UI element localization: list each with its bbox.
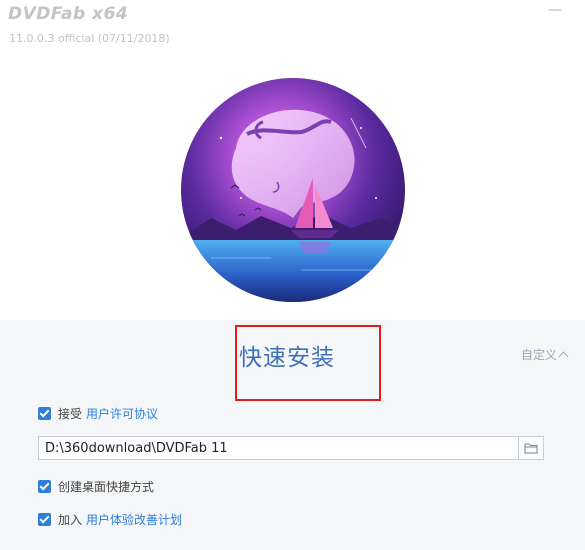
dvdfab-logo-image xyxy=(181,78,405,302)
ux-program-option: 加入 用户体验改善计划 xyxy=(38,511,182,528)
license-agreement-checkbox[interactable] xyxy=(38,407,51,420)
minimize-button[interactable]: — xyxy=(547,2,563,18)
chevron-up-icon xyxy=(558,351,569,362)
ux-program-prefix: 加入 xyxy=(58,513,83,527)
app-title: DVDFab x64 xyxy=(8,4,129,24)
minimize-icon: — xyxy=(548,2,562,18)
install-path-field[interactable]: D:\360download\DVDFab 11 xyxy=(38,436,544,460)
ux-program-checkbox[interactable] xyxy=(38,513,51,526)
quick-install-button[interactable]: 快速安装 xyxy=(239,338,335,372)
license-agreement-link[interactable]: 用户许可协议 xyxy=(86,405,158,422)
folder-icon xyxy=(524,443,538,454)
install-path-input[interactable]: D:\360download\DVDFab 11 xyxy=(39,441,518,456)
license-agree-prefix: 接受 xyxy=(58,407,83,421)
hero-illustration xyxy=(181,78,405,302)
desktop-shortcut-option: 创建桌面快捷方式 xyxy=(38,478,154,495)
custom-install-toggle[interactable]: 自定义 xyxy=(521,346,569,363)
license-agreement-option: 接受 用户许可协议 xyxy=(38,405,158,422)
title-bar: DVDFab x64 11.0.0.3 official (07/11/2018… xyxy=(0,0,585,60)
browse-folder-button[interactable] xyxy=(518,437,543,459)
desktop-shortcut-checkbox[interactable] xyxy=(38,480,51,493)
app-version: 11.0.0.3 official (07/11/2018) xyxy=(9,32,170,45)
ux-program-link[interactable]: 用户体验改善计划 xyxy=(86,511,182,528)
desktop-shortcut-label: 创建桌面快捷方式 xyxy=(58,480,155,494)
custom-install-label: 自定义 xyxy=(521,348,558,362)
